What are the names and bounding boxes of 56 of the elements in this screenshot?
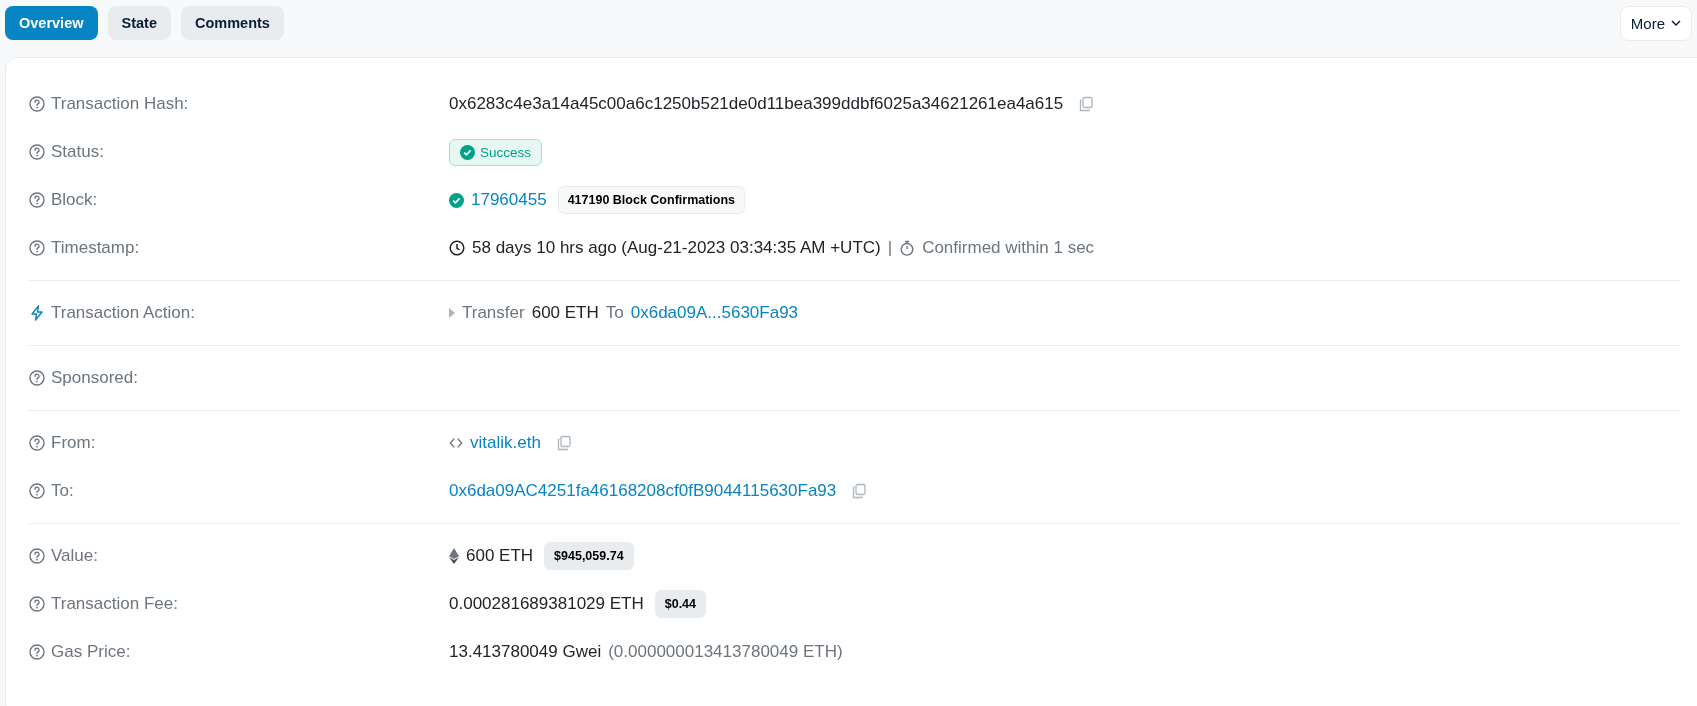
usd-badge: $945,059.74 bbox=[544, 542, 634, 570]
gas-price: 13.413780049 Gwei bbox=[449, 642, 602, 662]
action-preposition: To bbox=[605, 303, 624, 323]
help-icon bbox=[29, 240, 45, 256]
clock-icon bbox=[449, 240, 465, 256]
timestamp-text: 58 days 10 hrs ago (Aug-21-2023 03:34:35 AM +UTC) bbox=[472, 238, 881, 258]
copy-icon[interactable] bbox=[555, 435, 572, 451]
confirmations-badge: 417190 Block Confirmations bbox=[557, 186, 746, 214]
address-link[interactable]: 0x6da09A...5630Fa93 bbox=[630, 303, 799, 323]
copy-icon[interactable] bbox=[851, 483, 868, 499]
field-label: From: bbox=[51, 433, 96, 453]
help-icon bbox=[29, 644, 45, 660]
field-label: Timestamp: bbox=[51, 238, 140, 258]
tab[interactable]: Comments bbox=[180, 6, 284, 40]
lightning-icon bbox=[29, 305, 45, 321]
ethereum-icon bbox=[449, 548, 459, 564]
field-label: Value: bbox=[51, 546, 98, 566]
confirmation-time: Confirmed within 1 sec bbox=[922, 238, 1095, 258]
transfer-amount: 600 ETH bbox=[531, 303, 599, 323]
field-label: Transaction Hash: bbox=[51, 94, 189, 114]
field-label: Sponsored: bbox=[51, 368, 138, 388]
check-circle-icon bbox=[449, 192, 464, 208]
help-icon bbox=[29, 596, 45, 612]
field-label: To: bbox=[51, 481, 74, 501]
address-link[interactable]: 0x6da09AC4251fa46168208cf0fB9044115630Fa93 bbox=[449, 481, 837, 501]
address-link[interactable]: vitalik.eth bbox=[470, 433, 541, 453]
field-label: Status: bbox=[51, 142, 104, 162]
block-link[interactable]: 17960455 bbox=[471, 190, 547, 210]
check-circle-icon bbox=[460, 144, 475, 160]
more-button[interactable]: More bbox=[1619, 5, 1692, 41]
help-icon bbox=[29, 548, 45, 564]
field-label: Transaction Fee: bbox=[51, 594, 178, 614]
tab[interactable]: Overview bbox=[5, 6, 98, 40]
chevron-down-icon bbox=[1671, 20, 1681, 26]
separator: | bbox=[887, 238, 893, 258]
tab[interactable]: State bbox=[107, 6, 171, 40]
help-icon bbox=[29, 144, 45, 160]
help-icon bbox=[29, 483, 45, 499]
fee-amount: 0.000281689381029 ETH bbox=[449, 594, 644, 614]
caret-icon bbox=[449, 308, 455, 318]
action-verb: Transfer bbox=[462, 303, 525, 323]
help-icon bbox=[29, 435, 45, 451]
help-icon bbox=[29, 370, 45, 386]
field-label: Gas Price: bbox=[51, 642, 131, 662]
gas-price-eth: (0.000000013413780049 ETH) bbox=[608, 642, 843, 662]
help-icon bbox=[29, 96, 45, 112]
stopwatch-icon bbox=[899, 240, 916, 256]
value-amount: 600 ETH bbox=[466, 546, 534, 566]
transaction-hash: 0x6283c4e3a14a45c00a6c1250b521de0d11bea399ddbf6025a34621261ea4a615 bbox=[449, 94, 1064, 114]
copy-icon[interactable] bbox=[1078, 96, 1095, 112]
code-icon bbox=[449, 436, 463, 450]
usd-badge: $0.44 bbox=[654, 590, 706, 618]
help-icon bbox=[29, 192, 45, 208]
field-label: Block: bbox=[51, 190, 98, 210]
status-text: Success bbox=[480, 144, 532, 160]
field-label: Transaction Action: bbox=[51, 303, 195, 323]
